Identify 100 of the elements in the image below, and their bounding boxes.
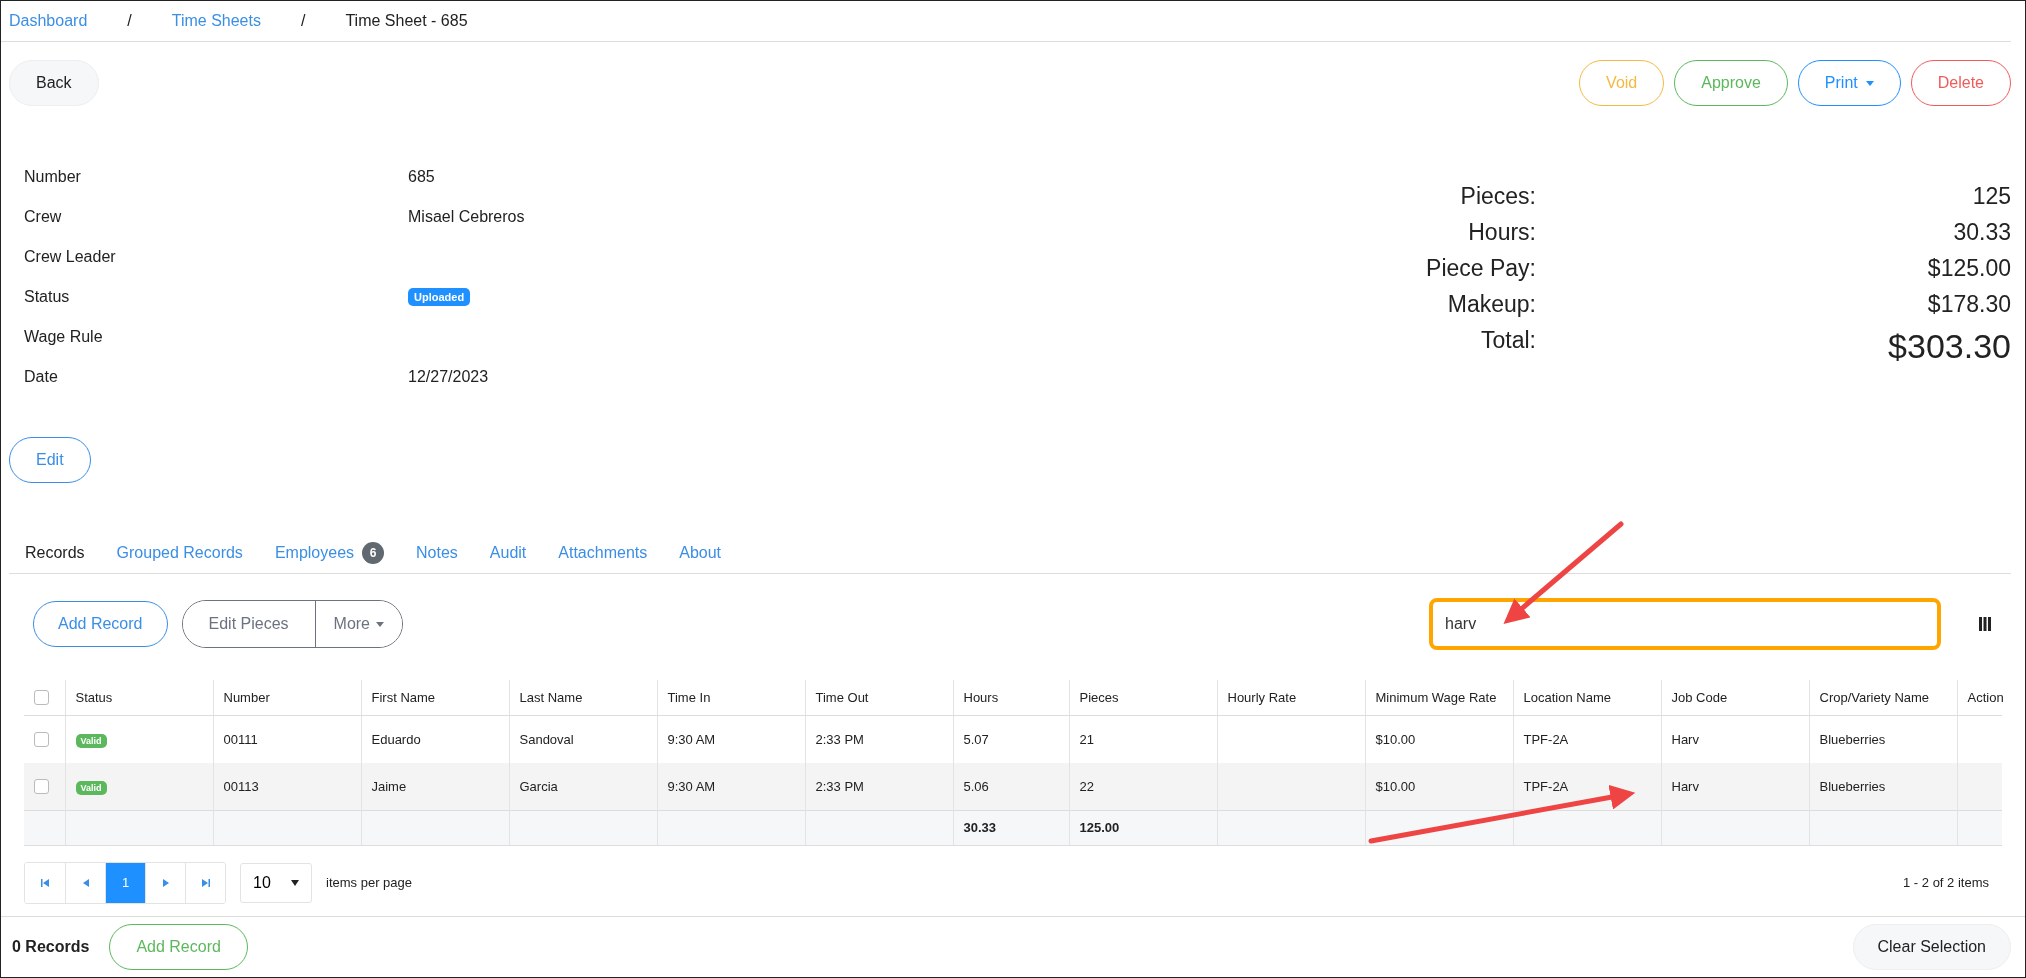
detail-value: 12/27/2023 (408, 368, 489, 386)
table-cell: $10.00 (1375, 778, 1416, 794)
clear-selection-button[interactable]: Clear Selection (1852, 924, 2011, 970)
column-header: Last Name (509, 680, 657, 715)
status-badge: Uploaded (408, 288, 471, 306)
column-header: Job Code (1661, 680, 1809, 715)
status-badge: Valid (75, 780, 107, 795)
add-record-button[interactable]: Add Record (109, 924, 248, 970)
breadcrumb-link[interactable]: Time Sheets (171, 12, 261, 30)
tab[interactable]: Attachments (542, 532, 664, 573)
page-button[interactable]: 1 (105, 862, 145, 903)
column-header: Pieces (1069, 680, 1217, 715)
column-header: Hours (953, 680, 1069, 715)
action-button[interactable]: Approve (1674, 60, 1788, 106)
summary-label: Makeup: (1446, 291, 1536, 318)
count-badge: 6 (362, 542, 385, 564)
detail-value: Misael Cebreros (408, 208, 525, 226)
first-page-icon (41, 878, 49, 887)
checkbox[interactable] (34, 732, 49, 748)
checkbox[interactable] (34, 690, 49, 706)
edit-button[interactable]: Edit (9, 437, 91, 483)
tab[interactable]: Employees 6 (258, 532, 401, 573)
tab[interactable]: About (663, 532, 738, 573)
next-icon (162, 878, 169, 887)
column-header: Time Out (805, 680, 953, 715)
detail-label: Number (24, 168, 82, 186)
table-cell: 2:33 PM (815, 731, 864, 747)
table-cell: 5.07 (963, 731, 989, 747)
detail-label: Date (24, 368, 59, 386)
columns-icon[interactable] (1979, 617, 1991, 631)
table-cell: Garcia (519, 778, 558, 794)
table-cell: 9:30 AM (667, 731, 716, 747)
column-header: Status (65, 680, 213, 715)
page-size-dropdown[interactable]: 10 (240, 862, 312, 903)
table-cell: Sandoval (519, 731, 574, 747)
caret-icon (1865, 80, 1874, 86)
records-count: 0 Records (12, 938, 90, 956)
column-header: Location Name (1513, 680, 1661, 715)
summary-value: 30.33 (1952, 219, 2011, 246)
action-button[interactable]: Void (1579, 60, 1665, 106)
column-header: Minimum Wage Rate (1365, 680, 1513, 715)
summary-label: Piece Pay: (1425, 255, 1536, 282)
summary-value: $303.30 (1887, 327, 2011, 366)
table-cell: Harv (1671, 778, 1699, 794)
items-per-page-label: items per page (326, 875, 412, 890)
table-cell: Blueberries (1819, 778, 1886, 794)
detail-value: 685 (408, 168, 435, 186)
table-cell: 9:30 AM (667, 778, 716, 794)
search-field[interactable]: harv (1429, 598, 1941, 650)
detail-label: Status (24, 288, 71, 306)
total-cell: 125.00 (1079, 820, 1120, 835)
summary-value: 125 (1971, 183, 2011, 210)
column-header: Action (1957, 680, 2002, 715)
table-cell: $10.00 (1375, 731, 1416, 747)
table-cell: Blueberries (1819, 731, 1886, 747)
last-page-icon (201, 878, 210, 887)
detail-label: Crew (24, 208, 63, 226)
table-cell: Eduardo (371, 731, 421, 747)
table-cell: 21 (1079, 731, 1094, 747)
action-button[interactable]: Delete (1910, 60, 2011, 106)
toolbar-button[interactable]: More (314, 601, 402, 647)
add-record-button[interactable]: Add Record (33, 601, 168, 647)
status-badge: Valid (75, 733, 107, 748)
tab[interactable]: Grouped Records (100, 532, 259, 573)
breadcrumb-link[interactable]: Dashboard (9, 12, 88, 30)
summary-label: Hours: (1467, 219, 1536, 246)
back-button[interactable]: Back (9, 60, 99, 106)
table-cell: Harv (1671, 731, 1699, 747)
breadcrumb-current: Time Sheet - 685 (345, 12, 468, 30)
table-cell: 00111 (223, 731, 258, 747)
last-page-button[interactable] (185, 862, 225, 903)
detail-label: Crew Leader (24, 248, 117, 266)
total-cell: 30.33 (963, 820, 997, 835)
table-cell: 2:33 PM (815, 778, 864, 794)
tab[interactable]: Audit (473, 532, 543, 573)
table-cell: TPF-2A (1523, 731, 1569, 747)
previous-icon (82, 878, 89, 887)
detail-label: Wage Rule (24, 328, 104, 346)
table-cell: Jaime (371, 778, 407, 794)
action-button[interactable]: Print (1797, 60, 1901, 106)
checkbox[interactable] (34, 779, 49, 795)
breadcrumb-separator: / (127, 12, 132, 30)
pager-range: 1 - 2 of 2 items (1903, 875, 1989, 890)
column-header: Hourly Rate (1217, 680, 1365, 715)
summary-value: $178.30 (1926, 291, 2011, 318)
column-header: First Name (361, 680, 509, 715)
table-cell: 22 (1079, 778, 1094, 794)
column-header: Number (213, 680, 361, 715)
table-cell: 5.06 (963, 778, 989, 794)
caret-icon (291, 879, 299, 886)
table-cell: 00113 (223, 778, 259, 794)
summary-label: Pieces: (1459, 183, 1536, 210)
table-cell: TPF-2A (1523, 778, 1569, 794)
column-header: Time In (657, 680, 805, 715)
summary-label: Total: (1480, 327, 1536, 354)
column-header: Crop/Variety Name (1809, 680, 1957, 715)
breadcrumb-separator: / (300, 12, 306, 30)
tab[interactable]: Notes (400, 532, 474, 573)
summary-value: $125.00 (1926, 255, 2011, 282)
caret-icon (376, 621, 384, 627)
